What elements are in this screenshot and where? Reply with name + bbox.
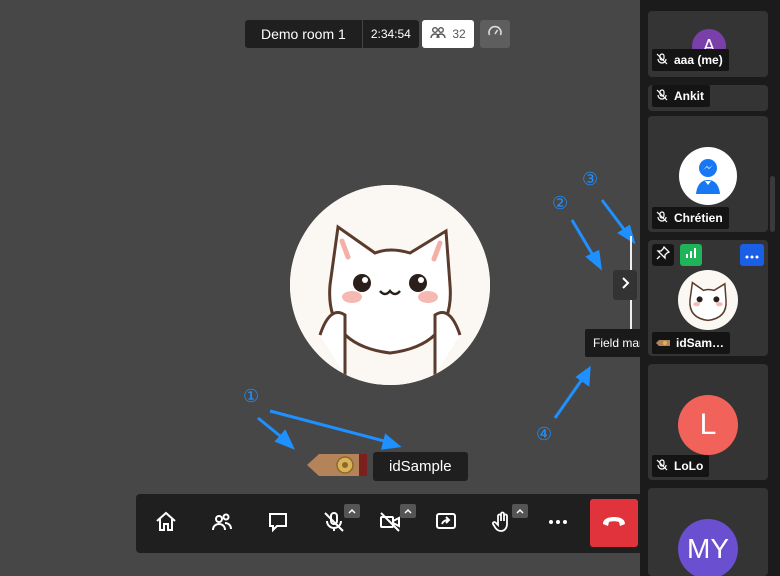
home-button[interactable] [148,506,184,542]
participant-name: Chrétien [674,211,723,225]
signal-bars-icon [685,246,697,264]
participant-label: LoLo [652,455,710,477]
participant-tile-ankit[interactable]: Ankit [648,85,768,111]
participant-avatar [679,147,737,205]
chat-button[interactable] [260,506,296,542]
camera-button[interactable] [372,504,416,542]
cat-avatar-image [689,281,727,322]
pin-button[interactable] [652,244,674,266]
microphone-off-icon [322,510,346,539]
rank-badge-icon [656,336,670,350]
people-icon [210,510,234,539]
more-dots-icon [745,246,759,264]
chat-icon [266,510,290,539]
meeting-toolbar [136,494,644,553]
reactions-options-caret[interactable] [512,504,528,518]
participant-label: Ankit [652,85,710,107]
microphone-off-icon [656,88,668,104]
connection-quality-indicator [680,244,702,266]
microphone-button[interactable] [316,504,360,542]
microphone-off-icon [656,458,668,474]
participant-avatar: L [678,395,738,455]
sidebar-scrollbar[interactable] [770,176,775,232]
participant-name: idSam… [676,336,725,350]
participant-tile-chretien[interactable]: Chrétien [648,116,768,232]
participants-toolbar-button[interactable] [204,506,240,542]
participant-label: idSam… [652,332,731,354]
microphone-off-icon [656,210,668,226]
annotation-marker-2: ② [552,193,569,213]
participant-avatar [678,270,738,330]
participant-tile-aaa[interactable]: A aaa (me) [648,11,768,77]
annotation-marker-4: ④ [536,424,553,444]
hand-icon [490,510,514,539]
participant-tile-my[interactable]: MY [648,488,768,576]
participant-tile-idsample[interactable]: idSam… [648,240,768,356]
sidebar-toggle-button[interactable] [613,270,637,300]
participant-label: Chrétien [652,207,729,229]
microphone-options-caret[interactable] [344,504,360,518]
home-icon [154,510,178,539]
raise-hand-button[interactable] [484,504,528,542]
participant-name: LoLo [674,459,704,473]
chevron-right-icon [620,276,630,295]
participant-avatar: MY [678,519,738,576]
participant-name: aaa (me) [674,53,723,67]
more-dots-icon [546,510,570,539]
annotation-marker-3: ③ [582,169,599,189]
participant-name: Ankit [674,89,704,103]
share-screen-button[interactable] [428,506,464,542]
annotation-marker-1: ① [243,386,260,406]
camera-options-caret[interactable] [400,504,416,518]
participant-menu-button[interactable] [740,244,764,266]
messenger-bot-icon [696,159,720,194]
participants-sidebar: A aaa (me) Ankit Chrétien idSam… L LoLo … [640,0,780,576]
camera-off-icon [378,510,402,539]
participant-tile-lolo[interactable]: L LoLo [648,364,768,480]
pin-icon [656,245,671,265]
share-screen-icon [434,510,458,539]
hang-up-icon [601,514,627,533]
more-options-button[interactable] [540,506,576,542]
leave-call-button[interactable] [590,499,638,547]
participant-label: aaa (me) [652,49,729,71]
microphone-off-icon [656,52,668,68]
